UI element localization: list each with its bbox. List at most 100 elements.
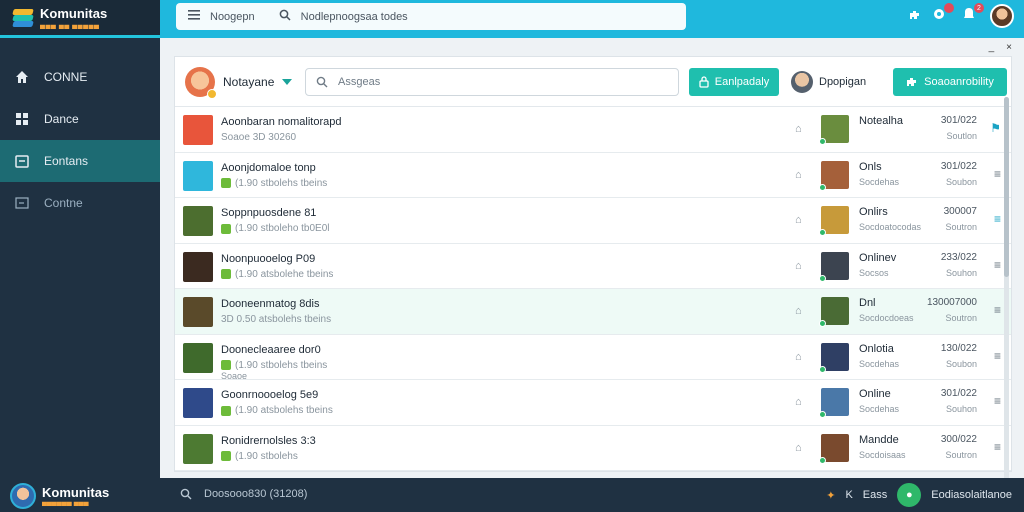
lock-icon — [699, 76, 709, 88]
row-title[interactable]: Noonpuooelog P09 — [221, 253, 315, 265]
home-icon[interactable]: ⌂ — [795, 396, 807, 408]
row-status: Mandde — [859, 433, 899, 446]
sidebar-item-eontans[interactable]: Eontans — [0, 140, 160, 182]
row-meta-text: 3D 0.50 atsbolehs tbeins — [221, 314, 332, 325]
row-status: Dnl — [859, 297, 876, 309]
row-meta-text: (1.90 atsbolehs tbeins — [235, 405, 333, 416]
assignee-user[interactable]: Dpopigan — [791, 68, 866, 96]
row-date: 233/022 — [940, 251, 977, 263]
top-bar: Noogepn Nodlepnoogsaa todes 2 — [160, 0, 1024, 38]
list-item[interactable]: Noonpuooelog P09 (1.90 atsbolehe tbeins … — [175, 244, 1011, 289]
list-item[interactable]: Goonrnoooelog 5e9 (1.90 atsbolehs tbeins… — [175, 380, 1011, 426]
row-date: 300007 — [943, 206, 977, 217]
row-meta: Soaoe 3D 30260 — [221, 132, 296, 143]
thumbnail-image — [183, 388, 213, 418]
row-title[interactable]: Goonrnoooelog 5e9 — [221, 389, 318, 401]
row-meta: (1.90 stbolehs — [221, 451, 298, 462]
row-title[interactable]: Aoonjdomaloe tonp — [221, 162, 316, 174]
row-action-icon[interactable]: ≡ — [994, 258, 1001, 272]
home-icon[interactable]: ⌂ — [795, 123, 807, 135]
notification-button[interactable]: 2 — [960, 3, 984, 27]
content-card: Notayane Assgeas Eanlpadaly Dpopigan Soa… — [174, 56, 1012, 487]
home-icon[interactable]: ⌂ — [795, 169, 807, 181]
row-title[interactable]: Soppnpuosdene 81 — [221, 207, 316, 219]
scrollbar[interactable] — [1004, 97, 1009, 487]
list-item[interactable]: Ronidrernolsles 3:3 (1.90 stbolehs ⌂ Man… — [175, 426, 1011, 471]
list-item[interactable]: Aoonjdomaloe tonp (1.90 stbolehs tbeins … — [175, 153, 1011, 198]
avatar — [819, 297, 849, 327]
list-item[interactable]: Soppnpuosdene 81 (1.90 stboleho tb0E0l ⌂… — [175, 198, 1011, 244]
row-date: 300/022 — [940, 433, 977, 445]
row-meta: (1.90 stbolehs tbeins — [221, 178, 327, 189]
list-item[interactable]: Doonecleaaree dor0 (1.90 stbolehs tbeins… — [175, 335, 1011, 381]
search-icon — [180, 488, 192, 500]
folder-icon — [14, 153, 30, 169]
row-title[interactable]: Ronidrernolsles 3:3 — [221, 435, 316, 447]
status-icon — [207, 88, 217, 99]
bottom-k-label[interactable]: K — [845, 489, 852, 501]
home-icon[interactable]: ⌂ — [795, 214, 807, 226]
user-avatar[interactable] — [185, 66, 217, 99]
secondary-action-button[interactable]: Soaoanrobility — [893, 68, 1007, 96]
avatar — [819, 342, 849, 373]
home-icon[interactable]: ⌂ — [795, 442, 807, 454]
card-search-input[interactable]: Assgeas — [305, 68, 679, 96]
global-search-input[interactable]: Nodlepnoogsaa todes — [301, 11, 408, 23]
home-icon[interactable]: ⌂ — [795, 305, 807, 317]
online-icon — [819, 229, 826, 236]
row-title[interactable]: Dooneenmatog 8dis — [221, 298, 319, 310]
sidebar-item-home[interactable]: CONNE — [0, 56, 160, 98]
sidebar-item-contne[interactable]: Contne — [0, 182, 160, 224]
close-button[interactable]: × — [1006, 42, 1012, 53]
chevron-down-icon[interactable] — [282, 78, 293, 85]
scrollbar-thumb[interactable] — [1004, 97, 1009, 277]
menu-icon[interactable] — [188, 10, 200, 23]
row-title[interactable]: Doonecleaaree dor0 — [221, 344, 321, 356]
settings-button[interactable] — [930, 3, 954, 27]
avatar[interactable] — [990, 4, 1014, 28]
spark-icon[interactable]: ✦ — [826, 489, 835, 502]
item-list: Aoonbaran nomalitorapd Soaoe 3D 30260 ⌂ … — [175, 107, 1011, 471]
row-meta-text: (1.90 stbolehs tbeins — [235, 359, 328, 371]
row-meta-text: (1.90 stbolehs tbeins — [235, 177, 328, 189]
menu-label[interactable]: Noogepn — [210, 11, 255, 23]
bottom-brand[interactable]: Komunitas ▄▄▄▄▄▄ ▄▄▄ — [10, 483, 109, 509]
avatar — [819, 433, 849, 464]
online-icon — [819, 183, 826, 191]
bottom-label[interactable]: Eass — [863, 489, 887, 501]
list-item[interactable]: Aoonbaran nomalitorapd Soaoe 3D 30260 ⌂ … — [175, 107, 1011, 153]
row-action-icon[interactable]: ≡ — [994, 349, 1001, 363]
thumbnail-image — [183, 160, 213, 191]
sidebar-item-label: Dance — [44, 112, 79, 126]
home-icon[interactable]: ⌂ — [795, 260, 807, 272]
minimize-button[interactable]: _ — [989, 42, 995, 53]
row-meta-text: (1.90 stboleho tb0E0l — [235, 223, 330, 234]
bottom-search[interactable]: Doosooo830 (31208) — [180, 488, 307, 500]
sidebar-item-label: CONNE — [44, 70, 88, 84]
thumbnail-image — [183, 342, 213, 373]
row-status-sub: Socdehas — [859, 404, 900, 414]
row-title[interactable]: Aoonbaran nomalitorapd — [221, 116, 341, 128]
puzzle-icon — [907, 78, 917, 86]
row-action-icon[interactable]: ≡ — [994, 440, 1001, 454]
row-action-icon[interactable]: ≡ — [994, 303, 1001, 317]
user-name[interactable]: Notayane — [223, 75, 274, 89]
status-icon[interactable]: ● — [897, 483, 922, 507]
row-date-sub: Soutlon — [946, 131, 977, 141]
row-action-icon[interactable]: ≡ — [994, 212, 1001, 226]
app-logo[interactable]: Komunitas ▄▄▄ ▄▄ ▄▄▄▄▄ — [0, 0, 160, 38]
assignee-name: Dpopigan — [819, 76, 867, 88]
puzzle-icon[interactable] — [908, 8, 922, 25]
row-action-icon[interactable]: ⚑ — [990, 121, 1001, 135]
home-icon[interactable]: ⌂ — [795, 351, 807, 363]
online-icon — [819, 411, 826, 418]
primary-action-button[interactable]: Eanlpadaly — [689, 68, 779, 96]
global-search-bar[interactable]: Noogepn Nodlepnoogsaa todes — [176, 3, 686, 30]
sidebar-item-dance[interactable]: Dance — [0, 98, 160, 140]
row-action-icon[interactable]: ≡ — [994, 167, 1001, 181]
online-icon — [819, 320, 826, 327]
online-icon — [819, 456, 826, 464]
row-action-icon[interactable]: ≡ — [994, 394, 1001, 408]
logo-title: Komunitas — [40, 5, 108, 21]
list-item[interactable]: Dooneenmatog 8dis 3D 0.50 atsbolehs tbei… — [175, 289, 1011, 335]
